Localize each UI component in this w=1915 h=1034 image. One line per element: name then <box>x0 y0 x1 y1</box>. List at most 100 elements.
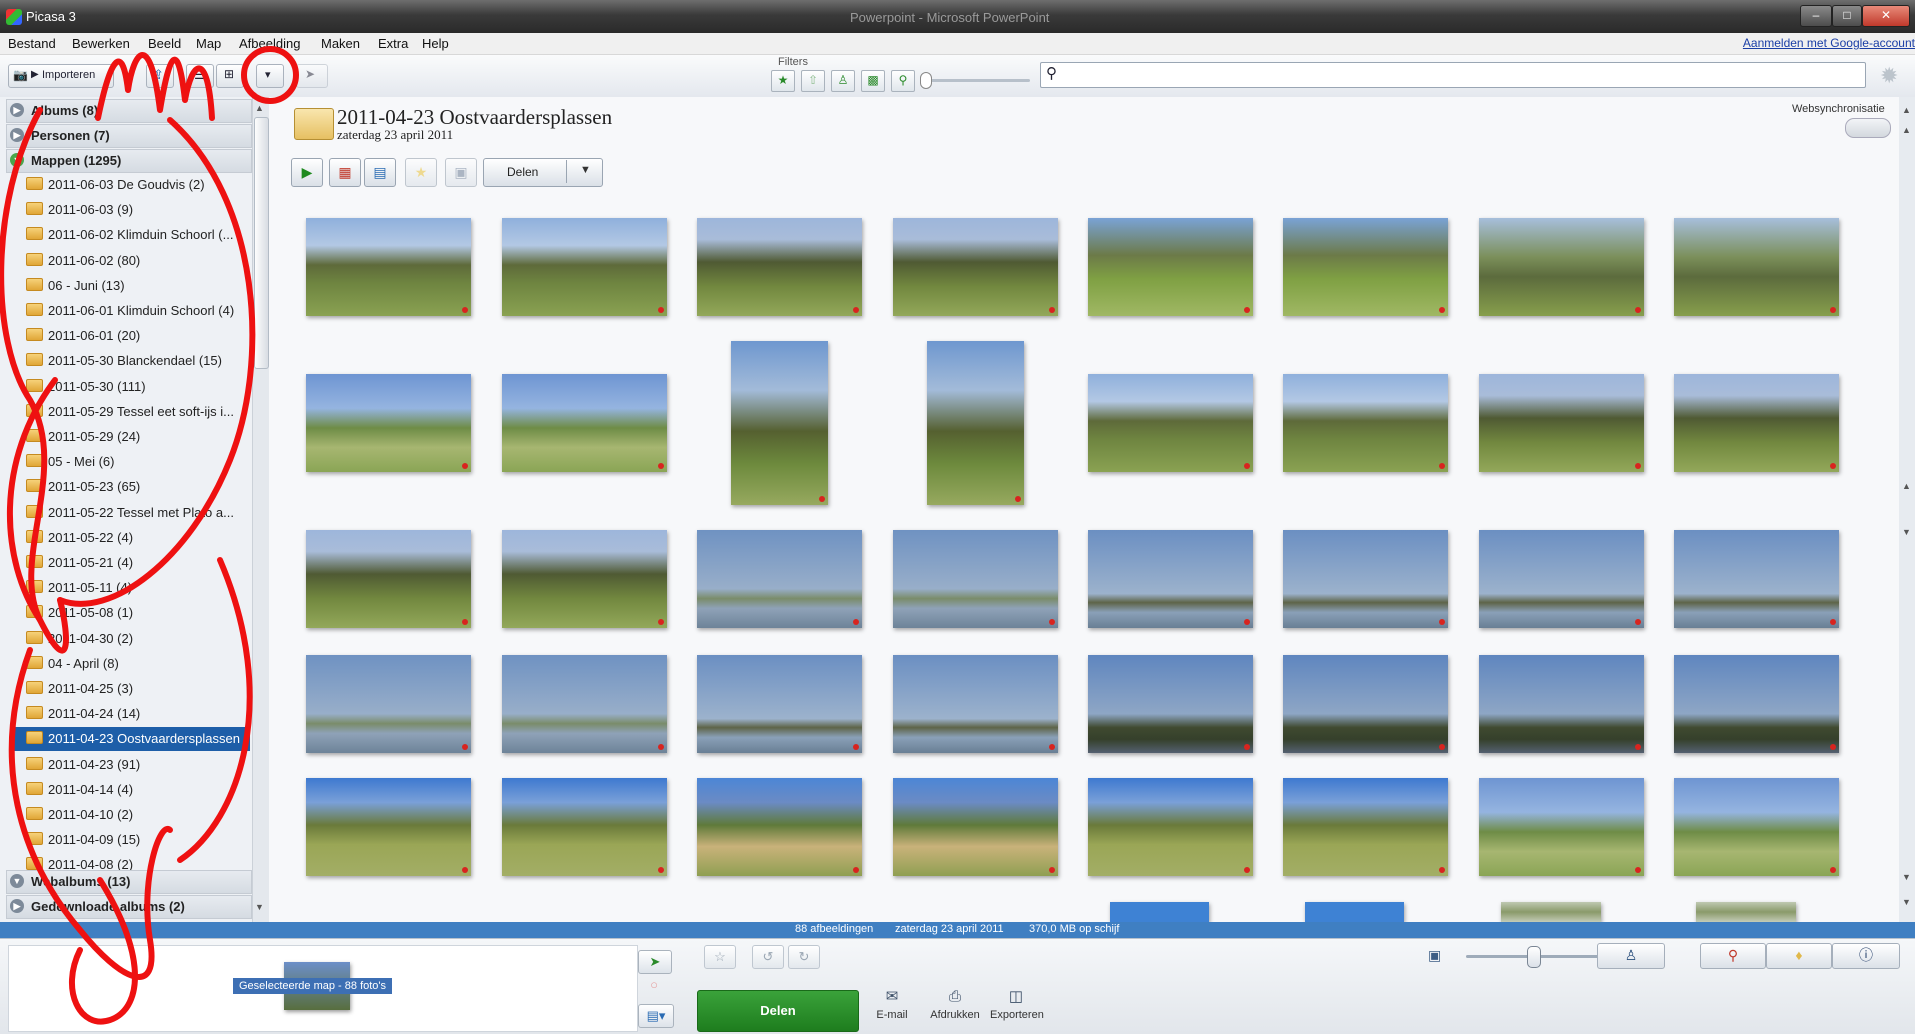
rotate-left-button[interactable]: ↺ <box>752 945 784 969</box>
folder-item[interactable]: 2011-05-30 (111) <box>26 375 248 399</box>
email-button[interactable]: ✉ E-mail <box>866 988 918 1021</box>
people-panel-button[interactable]: ♙ <box>1597 943 1665 969</box>
photo-thumbnail[interactable] <box>1479 218 1644 316</box>
folder-item[interactable]: 2011-04-24 (14) <box>26 702 248 726</box>
menu-afbeelding[interactable]: Afbeelding <box>239 36 300 51</box>
photo-thumbnail[interactable] <box>1283 374 1448 472</box>
photo-thumbnail[interactable] <box>306 530 471 628</box>
export-button[interactable]: ◫ Exporteren <box>990 988 1044 1021</box>
photo-thumbnail[interactable] <box>1696 902 1796 922</box>
filter-date-slider-track[interactable] <box>930 79 1030 82</box>
photo-thumbnail[interactable] <box>306 655 471 753</box>
filter-video-button[interactable]: ▩ <box>861 70 885 92</box>
menu-help[interactable]: Help <box>422 36 449 51</box>
menu-beeld[interactable]: Beeld <box>148 36 181 51</box>
photo-thumbnail[interactable] <box>306 374 471 472</box>
thumbnail-size-knob[interactable] <box>1527 946 1541 968</box>
slideshow-button[interactable]: ▶ <box>291 158 323 187</box>
view-dropdown-button[interactable]: ▾ <box>256 64 284 88</box>
filter-starred-button[interactable]: ★ <box>771 70 795 92</box>
photo-thumbnail[interactable] <box>1088 530 1253 628</box>
menu-extra[interactable]: Extra <box>378 36 408 51</box>
folder-item[interactable]: 2011-05-22 Tessel met Plato a... <box>26 501 248 525</box>
folder-item[interactable]: 2011-06-03 De Goudvis (2) <box>26 173 248 197</box>
section-downloaded-albums[interactable]: ▶ Gedownloade albums (2) <box>6 895 252 919</box>
folder-item[interactable]: 2011-04-30 (2) <box>26 627 248 651</box>
section-personen[interactable]: ▶ Personen (7) <box>6 124 252 148</box>
photo-thumbnail[interactable] <box>1674 530 1839 628</box>
photo-thumbnail[interactable] <box>1479 778 1644 876</box>
folder-item[interactable]: 2011-04-23 Oostvaardersplassen <box>10 727 250 752</box>
photo-thumbnail[interactable] <box>697 218 862 316</box>
photo-thumbnail[interactable] <box>1283 778 1448 876</box>
folder-item[interactable]: 2011-05-08 (1) <box>26 601 248 625</box>
folder-item[interactable]: 05 - Mei (6) <box>26 450 248 474</box>
photo-thumbnail[interactable] <box>502 655 667 753</box>
photo-thumbnail[interactable] <box>306 218 471 316</box>
grid-view-button[interactable]: ⊞ <box>216 64 244 88</box>
search-input[interactable] <box>1040 62 1866 88</box>
menu-maken[interactable]: Maken <box>321 36 360 51</box>
photo-thumbnail[interactable] <box>502 530 667 628</box>
folder-item[interactable]: 2011-05-21 (4) <box>26 551 248 575</box>
folder-item[interactable]: 04 - April (8) <box>26 652 248 676</box>
photo-thumbnail[interactable] <box>893 530 1058 628</box>
photo-thumbnail[interactable] <box>697 530 862 628</box>
folder-item[interactable]: 2011-04-25 (3) <box>26 677 248 701</box>
photo-thumbnail[interactable] <box>1674 218 1839 316</box>
photo-thumbnail[interactable] <box>1088 778 1253 876</box>
scroll-down-icon[interactable]: ▼ <box>255 902 266 916</box>
folder-item[interactable]: 2011-06-03 (9) <box>26 198 248 222</box>
folder-item[interactable]: 2011-05-29 Tessel eet soft-ijs i... <box>26 400 248 424</box>
expand-arrow-icon[interactable]: ▶ <box>10 103 24 117</box>
save-button[interactable]: ▣ <box>445 158 477 187</box>
close-button[interactable]: ✕ <box>1862 5 1910 27</box>
tray-album-button[interactable]: ▤▾ <box>638 1004 674 1028</box>
folder-item[interactable]: 2011-06-01 (20) <box>26 324 248 348</box>
photo-thumbnail[interactable] <box>1479 530 1644 628</box>
photo-thumbnail[interactable] <box>1674 655 1839 753</box>
photo-thumbnail[interactable] <box>1479 374 1644 472</box>
websync-toggle[interactable] <box>1845 118 1891 138</box>
scroll-bottom-icon[interactable]: ▼ <box>1902 897 1911 907</box>
menu-bestand[interactable]: Bestand <box>8 36 56 51</box>
photo-thumbnail[interactable] <box>1674 374 1839 472</box>
photo-thumbnail[interactable] <box>1479 655 1644 753</box>
move-button[interactable]: ➤ <box>296 64 328 88</box>
share-button[interactable]: Delen <box>697 990 859 1032</box>
folder-item[interactable]: 2011-05-29 (24) <box>26 425 248 449</box>
section-webalbums[interactable]: ▼ Webalbums (13) <box>6 870 252 894</box>
expand-arrow-icon[interactable]: ▶ <box>10 128 24 142</box>
scroll-page-up-icon[interactable]: ▲ <box>1902 481 1911 491</box>
folder-item[interactable]: 06 - Juni (13) <box>26 274 248 298</box>
photo-thumbnail[interactable] <box>697 655 862 753</box>
collage-button[interactable]: ▦ <box>329 158 361 187</box>
photo-thumbnail[interactable] <box>731 341 828 505</box>
folder-item[interactable]: 2011-05-23 (65) <box>26 475 248 499</box>
tray-hold-button[interactable]: ➤ <box>638 950 672 974</box>
properties-panel-button[interactable]: ⓘ <box>1832 943 1900 969</box>
expand-arrow-icon[interactable]: ▼ <box>10 874 24 888</box>
folder-item[interactable]: 2011-04-23 (91) <box>26 753 248 777</box>
upload-button[interactable]: ⇪ <box>146 64 174 88</box>
photo-thumbnail[interactable] <box>1674 778 1839 876</box>
photo-thumbnail[interactable] <box>927 341 1024 505</box>
photo-thumbnail[interactable] <box>1088 374 1253 472</box>
photo-thumbnail[interactable] <box>1501 902 1601 922</box>
photo-thumbnail[interactable] <box>1283 655 1448 753</box>
photo-thumbnail[interactable] <box>893 655 1058 753</box>
folder-item[interactable]: 2011-04-10 (2) <box>26 803 248 827</box>
photo-thumbnail[interactable] <box>697 778 862 876</box>
tray-clear-button[interactable]: ○ <box>638 974 670 996</box>
scroll-page-down-icon[interactable]: ▼ <box>1902 527 1911 537</box>
movie-button[interactable]: ▤ <box>364 158 396 187</box>
rotate-right-button[interactable]: ↻ <box>788 945 820 969</box>
import-button[interactable]: 📷 ▶ Importeren <box>8 64 114 88</box>
grid-scrollbar[interactable]: ▲ ▲ ▲ ▼ ▼ ▼ <box>1899 97 1915 922</box>
photo-thumbnail[interactable] <box>306 778 471 876</box>
scroll-top-icon[interactable]: ▲ <box>1902 125 1911 135</box>
photo-thumbnail[interactable] <box>893 218 1058 316</box>
folder-item[interactable]: 2011-06-01 Klimduin Schoorl (4) <box>26 299 248 323</box>
scroll-up-icon[interactable]: ▲ <box>1902 105 1911 115</box>
list-view-button[interactable]: ☰ <box>186 64 214 88</box>
